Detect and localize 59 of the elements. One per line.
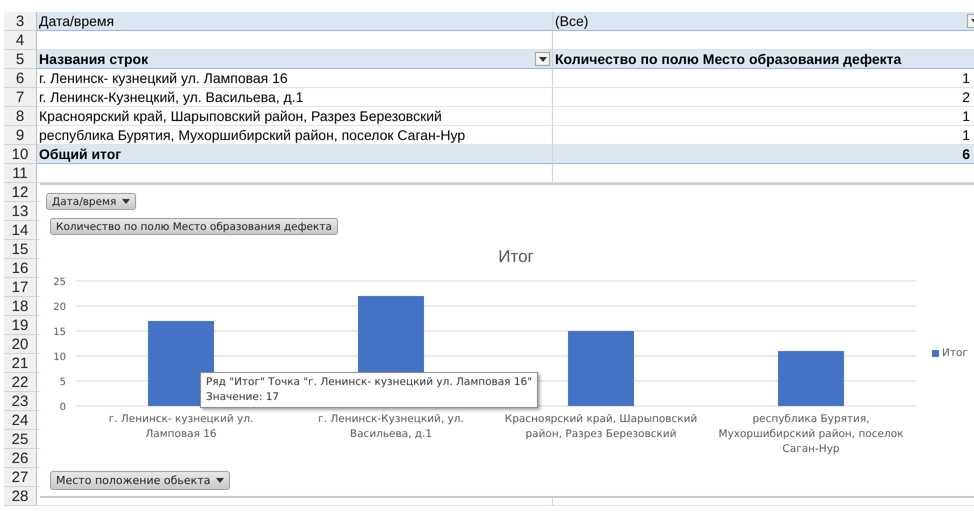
axis-label: 25 [53,277,66,288]
table-cell: 2 [962,88,970,106]
chart-title: Итог [497,247,535,268]
row-number: 5 [4,50,37,69]
row-label: г. Ленинск-Кузнецкий, ул. Васильева, д.1 [39,88,304,106]
axis-label: г. Ленинск-Кузнецкий, ул. Васильева, д.1 [317,412,465,442]
row-number: 25 [4,430,37,449]
row-number: 27 [4,468,37,487]
row-label: г. Ленинск- кузнецкий ул. Ламповая 16 [39,69,288,87]
row-number: 28 [4,487,37,506]
axis-label: 15 [53,327,66,338]
axis-label: 0 [60,402,66,410]
row-number: 14 [4,221,37,240]
caret-icon [538,56,546,62]
axis-label: 20 [53,302,66,313]
table-cell: 1 [962,69,970,87]
row-number: 21 [4,354,37,373]
tooltip-text: Ряд "Итог" Точка "г. Ленинск- кузнецкий ул. Ламповая 16" [206,375,532,390]
row-number: 19 [4,316,37,335]
row-number: 18 [4,297,37,316]
axis-label: Красноярский край, Шарыповский район, Разрез Березовский [504,412,698,442]
row-number: 10 [4,145,37,164]
total-value: 6 [962,145,970,163]
total-label: Общий итог [39,145,122,163]
row-number: 4 [4,31,37,50]
filter-label: Дата/время [39,12,114,30]
row-number: 13 [4,202,37,221]
table-cell: 1 [962,107,970,125]
column-header: Названия строк [39,50,148,68]
row-number: 23 [4,392,37,411]
row-number: 9 [4,126,37,145]
row-number: 26 [4,449,37,468]
column-header: Количество по полю Место образования дефекта [555,50,902,68]
row-number: 3 [4,12,37,31]
row-label: Красноярский край, Шарыповский район, Разрез Березовский [39,107,442,125]
field-button[interactable]: Место положение обьекта [50,471,230,490]
row-number: 20 [4,335,37,354]
legend-label: Итог [942,347,968,359]
filter-value: (Все) [555,12,588,30]
row-label: республика Бурятия, Мухоршибирский район, поселок Саган-Нур [39,126,466,144]
row-number: 11 [4,164,37,183]
axis-label: 5 [60,377,66,388]
row-number: 6 [4,69,37,88]
row-number: 15 [4,240,37,259]
table-cell: 1 [962,126,970,144]
tooltip-text: Значение: 17 [206,390,280,405]
axis-label: республика Бурятия, Мухоршибирский район, поселок Саган-Нур [718,412,904,457]
field-button[interactable]: Количество по полю Место образования дефекта [50,218,338,235]
filter-button[interactable] [535,52,550,66]
row-number: 17 [4,278,37,297]
row-number: 22 [4,373,37,392]
row-number: 8 [4,107,37,126]
field-button[interactable]: Дата/время [46,193,136,210]
row-number: 16 [4,259,37,278]
row-number: 24 [4,411,37,430]
row-number: 12 [4,183,37,202]
row-number: 7 [4,88,37,107]
axis-label: г. Ленинск- кузнецкий ул. Ламповая 16 [108,412,254,442]
axis-label: 10 [53,352,66,363]
